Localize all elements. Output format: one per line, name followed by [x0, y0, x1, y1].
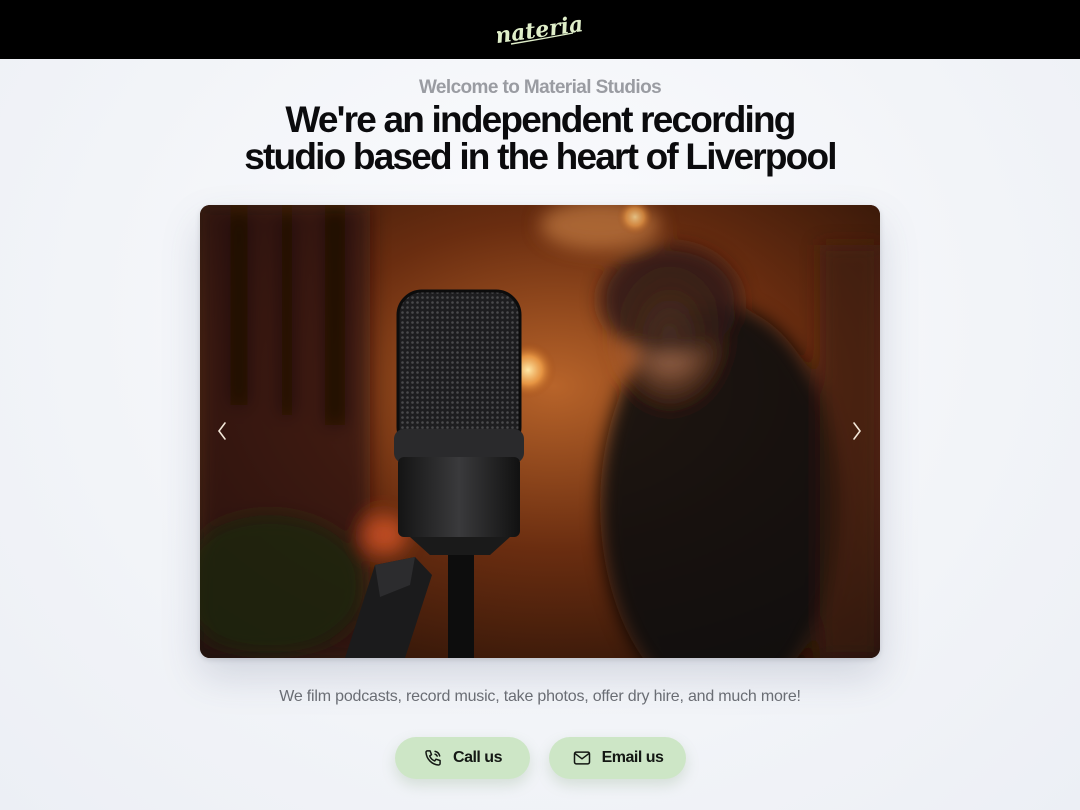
- studio-photo-carousel[interactable]: [200, 205, 880, 658]
- email-us-label: Email us: [601, 749, 664, 766]
- page-headline: We're an independent recording studio ba…: [0, 101, 1080, 175]
- carousel-prev-button[interactable]: [209, 418, 235, 444]
- call-us-label: Call us: [453, 749, 502, 766]
- carousel-next-button[interactable]: [844, 418, 870, 444]
- services-tagline: We film podcasts, record music, take pho…: [279, 688, 801, 705]
- chevron-left-icon: [218, 422, 226, 440]
- email-us-button[interactable]: Email us: [549, 737, 686, 779]
- call-us-button[interactable]: Call us: [395, 737, 530, 779]
- phone-icon: [423, 748, 443, 768]
- svg-text:material: material: [497, 10, 583, 50]
- eyebrow-text: Welcome to Material Studios: [418, 77, 662, 98]
- headline-line-1: We're an independent recording: [285, 99, 796, 140]
- headline-line-2: studio based in the heart of Liverpool: [244, 136, 837, 177]
- top-bar: material: [0, 0, 1080, 59]
- material-logo[interactable]: material: [497, 10, 583, 50]
- studio-photo: [200, 205, 880, 658]
- chevron-right-icon: [853, 422, 861, 440]
- mail-icon: [572, 748, 592, 768]
